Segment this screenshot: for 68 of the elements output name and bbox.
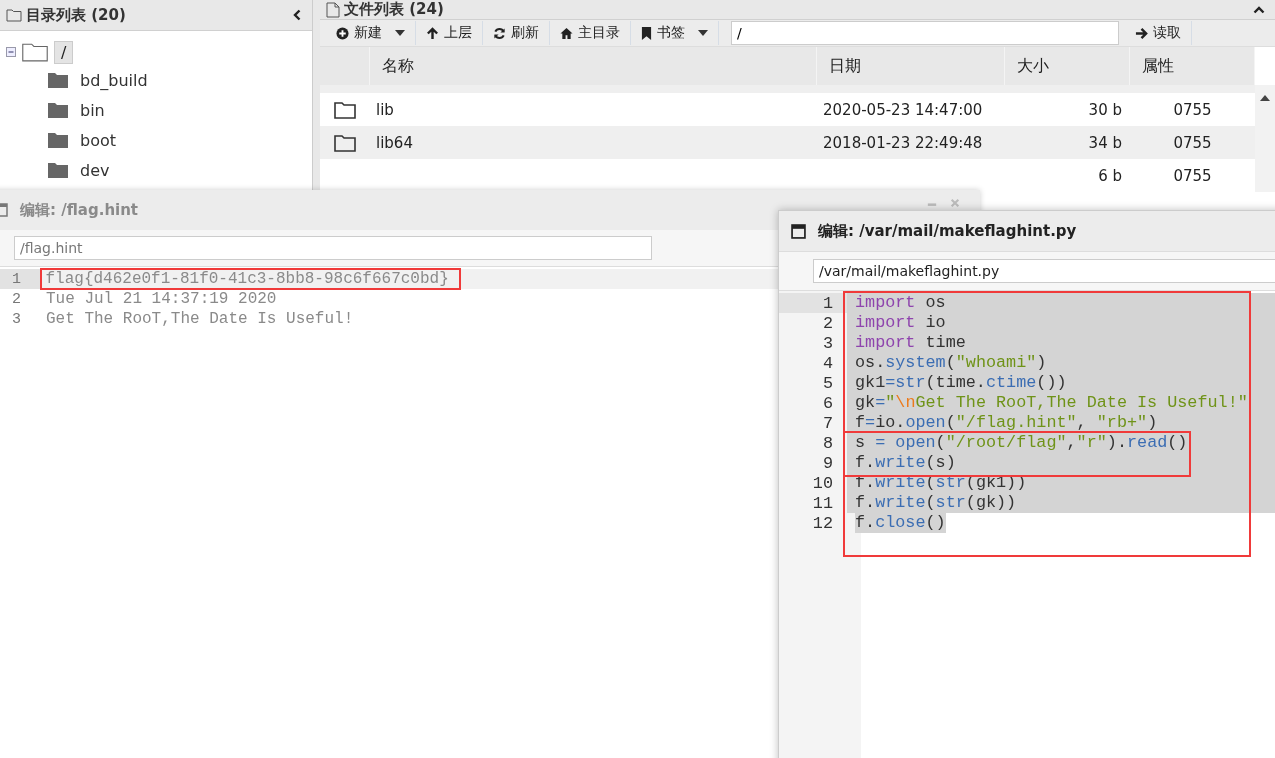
window-icon	[791, 223, 806, 239]
file-name[interactable]: lib	[376, 100, 394, 119]
toolbar-button[interactable]: 刷新	[483, 20, 549, 46]
read-button[interactable]: 读取	[1125, 20, 1191, 46]
file-icon	[326, 1, 340, 18]
folder-icon	[20, 42, 50, 62]
toolbar-button[interactable]: 上层	[416, 20, 482, 46]
line-number: 1	[779, 293, 847, 313]
folder-icon	[48, 132, 68, 148]
code-line: Get The RooT,The Date Is Useful!	[46, 311, 354, 327]
folder-icon	[48, 72, 68, 88]
folder-icon	[48, 162, 68, 178]
file-attributes: 0755	[1173, 166, 1212, 185]
code-line: os.system("whoami")	[855, 353, 1047, 373]
home-icon	[560, 26, 573, 40]
folder-icon	[334, 133, 356, 152]
code-line: Tue Jul 21 14:37:19 2020	[46, 291, 277, 307]
file-name[interactable]: lib64	[376, 133, 413, 152]
code-line: s = open("/root/flag","r").read()	[855, 433, 1188, 453]
file-size: 6 b	[1098, 166, 1122, 185]
line-number: 1	[0, 269, 40, 289]
scrollbar[interactable]	[1255, 85, 1275, 192]
code-line: gk1=str(time.ctime())	[855, 373, 1067, 393]
file-attributes: 0755	[1173, 100, 1212, 119]
tree-item[interactable]: /	[54, 40, 74, 64]
code-line: import time	[855, 333, 966, 353]
folder-icon	[334, 100, 356, 119]
path-field[interactable]: /var/mail/makeflaghint.py	[813, 259, 1275, 283]
scroll-up-icon[interactable]	[1260, 95, 1270, 101]
toolbar-button[interactable]: 主目录	[550, 20, 630, 46]
code-line: import io	[855, 313, 946, 333]
code-line: f=io.open("/flag.hint", "rb+")	[855, 413, 1158, 433]
panel-title: 文件列表 (24)	[344, 0, 444, 19]
folder-icon	[48, 102, 68, 118]
code-line: f.write(str(gk))	[855, 493, 1017, 513]
arrow-up-icon	[426, 26, 439, 40]
folder-icon	[6, 8, 22, 22]
tree-item[interactable]: bin	[80, 100, 105, 120]
path-field[interactable]: /	[731, 21, 1119, 45]
file-attributes: 0755	[1173, 133, 1212, 152]
bookmark-icon	[641, 26, 652, 40]
plus-icon	[336, 26, 349, 40]
collapse-toggle-icon[interactable]	[6, 47, 16, 57]
file-size: 34 b	[1088, 133, 1122, 152]
tree-item[interactable]: boot	[80, 130, 116, 150]
collapse-icon[interactable]	[1253, 4, 1265, 15]
code-line: import os	[855, 293, 946, 313]
tree-item[interactable]: bd_build	[80, 70, 148, 90]
code-line: gk="\nGet The RooT,The Date Is Useful!"	[855, 393, 1248, 413]
panel-title: 目录列表 (20)	[26, 5, 126, 25]
toolbar-button[interactable]: 书签	[631, 20, 718, 46]
collapse-icon[interactable]	[292, 9, 302, 21]
code-line: f.write(s)	[855, 453, 956, 473]
close-icon[interactable]	[950, 198, 960, 208]
code-line: flag{d462e0f1-81f0-41c3-8bb8-98c6f667c0bd}	[45, 271, 449, 287]
tree-item[interactable]: dev	[80, 160, 110, 180]
file-row[interactable]: 6 b 0755	[320, 159, 1255, 192]
refresh-icon	[493, 26, 506, 40]
file-row[interactable]: lib 2020-05-23 14:47:00 30 b 0755	[320, 93, 1255, 126]
toolbar-button[interactable]: 新建	[326, 20, 415, 46]
file-date: 2020-05-23 14:47:00	[823, 100, 983, 119]
file-row[interactable]: lib64 2018-01-23 22:49:48 34 b 0755	[320, 126, 1255, 159]
arrow-right-icon	[1135, 26, 1148, 40]
file-size: 30 b	[1088, 100, 1122, 119]
window-title: 编辑: /flag.hint	[20, 200, 139, 220]
path-field[interactable]: /flag.hint	[14, 236, 652, 260]
window-title: 编辑: /var/mail/makeflaghint.py	[818, 221, 1077, 241]
file-date: 2018-01-23 22:49:48	[823, 133, 983, 152]
